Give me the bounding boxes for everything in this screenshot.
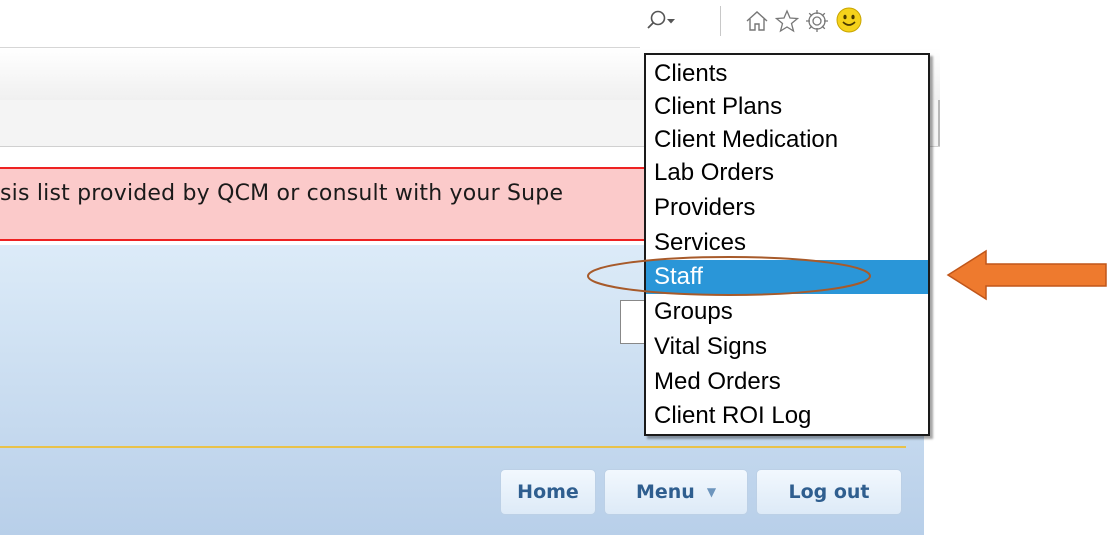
menu-button-label: Menu <box>635 481 695 503</box>
menu-item-groups[interactable]: Groups <box>646 295 928 329</box>
menu-item-med-orders[interactable]: Med Orders <box>646 365 928 399</box>
page-header-edge <box>938 100 940 146</box>
logout-button[interactable]: Log out <box>756 469 902 515</box>
menu-item-client-roi-log[interactable]: Client ROI Log <box>646 399 928 433</box>
chevron-down-icon: ▼ <box>706 485 717 499</box>
menu-button[interactable]: Menu ▼ <box>604 469 748 515</box>
menu-item-clients[interactable]: Clients <box>646 57 928 91</box>
toolbar-divider <box>720 6 721 36</box>
gear-icon[interactable] <box>804 8 830 34</box>
arrow-left-icon <box>946 249 1107 301</box>
home-icon[interactable] <box>744 8 770 34</box>
menu-item-client-plans[interactable]: Client Plans <box>646 90 928 124</box>
menu-item-lab-orders[interactable]: Lab Orders <box>646 156 928 190</box>
smiley-icon[interactable] <box>835 6 863 34</box>
home-button[interactable]: Home <box>500 469 596 515</box>
search-icon[interactable] <box>646 8 676 34</box>
menu-item-vital-signs[interactable]: Vital Signs <box>646 330 928 364</box>
dropdown-menu: Clients Client Plans Client Medication L… <box>644 53 930 436</box>
highlight-ellipse <box>587 256 871 296</box>
divider-line <box>0 446 906 448</box>
home-button-label: Home <box>517 481 579 503</box>
chevron-down-icon <box>667 19 675 24</box>
menu-item-client-medication[interactable]: Client Medication <box>646 123 928 157</box>
alert-text: sis list provided by QCM or consult with… <box>0 181 564 206</box>
logout-button-label: Log out <box>788 481 870 503</box>
star-icon[interactable] <box>774 8 800 34</box>
menu-item-providers[interactable]: Providers <box>646 191 928 225</box>
